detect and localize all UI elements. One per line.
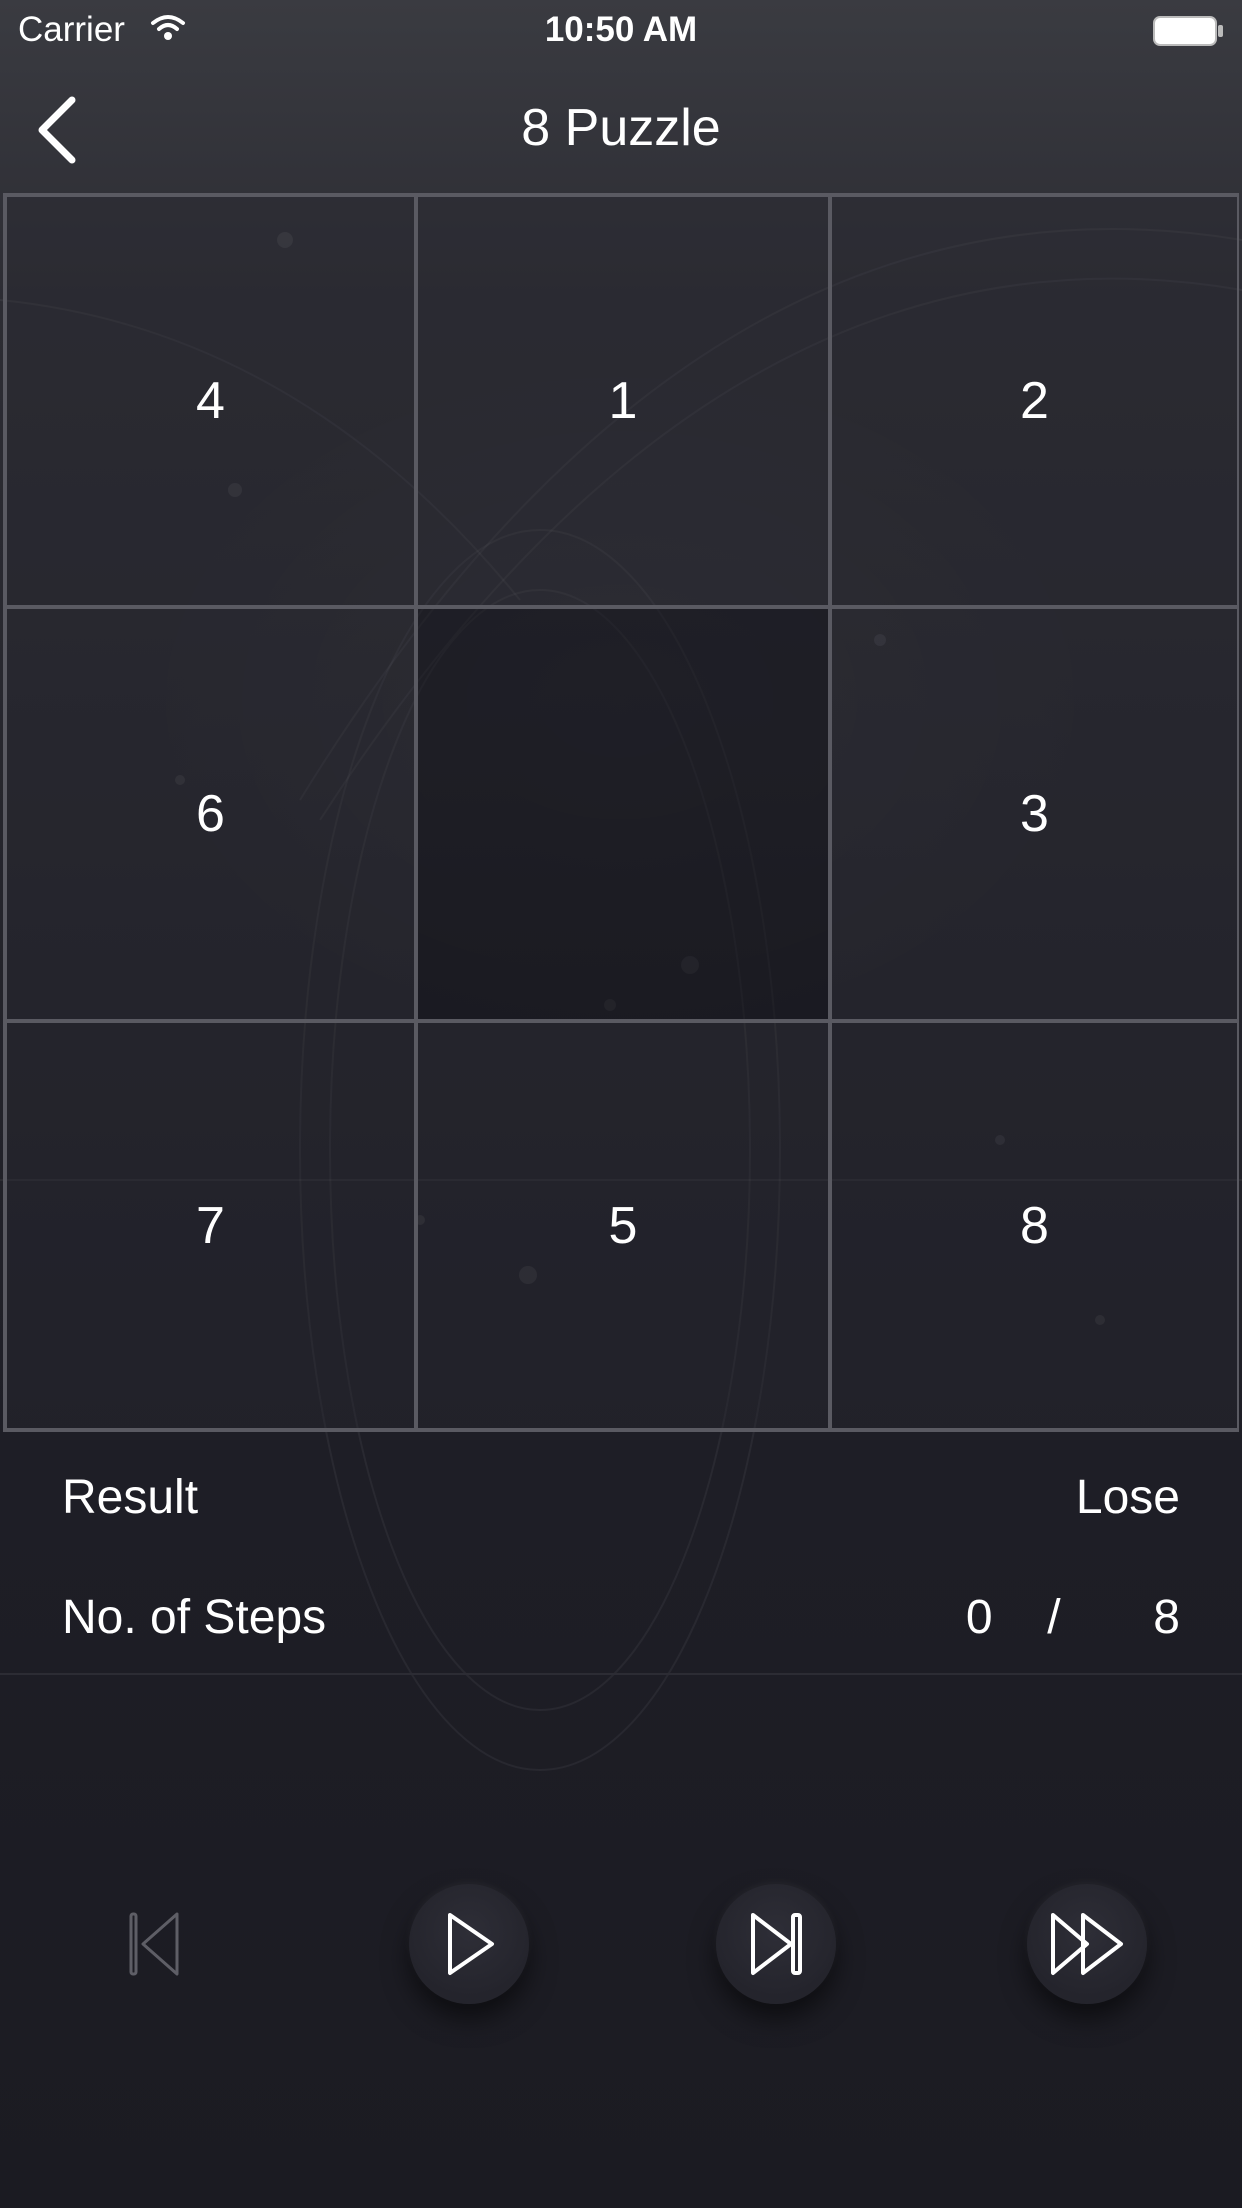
puzzle-tile[interactable]: 6 (5, 607, 416, 1021)
puzzle-board: 4 1 2 6 3 7 5 8 (3, 193, 1239, 1432)
steps-separator: / (1047, 1591, 1061, 1644)
battery-icon (1152, 14, 1224, 53)
puzzle-tile[interactable]: 8 (830, 1021, 1239, 1430)
result-label: Result (62, 1471, 199, 1524)
status-time: 10:50 AM (544, 10, 698, 49)
fast-forward-icon (1051, 1913, 1123, 1975)
result-row: Result Lose (0, 1436, 1242, 1556)
status-bar: Carrier 10:50 AM (0, 0, 1242, 60)
puzzle-tile[interactable]: 5 (416, 1021, 830, 1430)
skip-to-start-button (94, 1884, 214, 2004)
playback-controls (0, 1880, 1242, 2010)
divider (0, 1673, 1242, 1675)
fast-forward-button[interactable] (1027, 1884, 1147, 2004)
puzzle-tile[interactable]: 2 (830, 195, 1239, 607)
steps-total: 8 (1153, 1591, 1180, 1644)
puzzle-tile[interactable]: 7 (5, 1021, 416, 1430)
play-icon (448, 1913, 494, 1975)
result-value: Lose (1075, 1471, 1180, 1524)
steps-value: 0 / 8 (966, 1590, 1180, 1645)
puzzle-tile[interactable]: 1 (416, 195, 830, 607)
puzzle-tile[interactable]: 3 (830, 607, 1239, 1021)
skip-to-start-icon (129, 1912, 179, 1976)
steps-current: 0 (965, 1591, 993, 1644)
page-title: 8 Puzzle (521, 99, 721, 157)
steps-label: No. of Steps (62, 1591, 327, 1644)
step-forward-icon (751, 1913, 802, 1975)
navigation-bar: 8 Puzzle (0, 60, 1242, 192)
steps-row: No. of Steps 0 / 8 (0, 1556, 1242, 1676)
puzzle-empty-slot[interactable] (416, 607, 830, 1021)
step-forward-button[interactable] (716, 1884, 836, 2004)
puzzle-tile[interactable]: 4 (5, 195, 416, 607)
play-button[interactable] (409, 1884, 529, 2004)
